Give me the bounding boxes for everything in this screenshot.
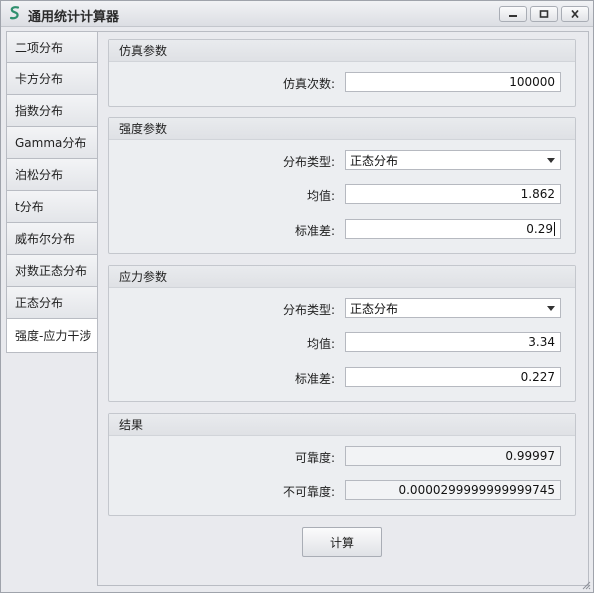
- tab-strip: 二项分布 卡方分布 指数分布 Gamma分布 泊松分布 t分布 威布尔分布 对数…: [6, 31, 98, 353]
- stress-mean-row: 均值: 3.34: [109, 332, 575, 352]
- text-cursor: [554, 222, 555, 236]
- unreliability-label: 不可靠度:: [282, 485, 335, 499]
- app-logo-icon: [9, 6, 20, 20]
- tab-label: 二项分布: [15, 40, 64, 55]
- tab-label: 强度-应力干涉: [15, 329, 92, 343]
- stress-distribution-row: 分布类型: 正态分布: [109, 298, 575, 318]
- field-value: 0.99997: [505, 449, 555, 463]
- app-window: 通用统计计算器 二项分布 卡方分布 指数分布 Gamma分布 泊松分布 t分布 …: [0, 0, 594, 593]
- button-label: 计算: [329, 535, 354, 550]
- resize-grip-icon[interactable]: [581, 580, 591, 590]
- field-value: 1.862: [520, 187, 555, 201]
- close-icon: [571, 10, 579, 18]
- stress-distribution-select[interactable]: 正态分布: [345, 298, 561, 318]
- maximize-button[interactable]: [530, 6, 558, 22]
- window-title: 通用统计计算器: [28, 10, 120, 25]
- tab-normal[interactable]: 正态分布: [6, 287, 98, 319]
- group-header: 结果: [109, 414, 575, 436]
- group-header: 仿真参数: [109, 40, 575, 62]
- field-value: 0.0000299999999999745: [398, 483, 555, 497]
- tab-binomial[interactable]: 二项分布: [6, 31, 98, 63]
- minimize-button[interactable]: [499, 6, 527, 22]
- tab-lognormal[interactable]: 对数正态分布: [6, 255, 98, 287]
- minimize-icon: [509, 15, 517, 17]
- group-header: 强度参数: [109, 118, 575, 140]
- tab-label: 威布尔分布: [15, 232, 76, 246]
- tab-label: 指数分布: [15, 104, 64, 118]
- tab-t[interactable]: t分布: [6, 191, 98, 223]
- tab-label: t分布: [15, 200, 44, 214]
- strength-group: 强度参数 分布类型: 正态分布 均值: 1.862 标准差: 0.29: [108, 117, 576, 254]
- maximize-icon: [539, 10, 549, 18]
- tab-stress-strength[interactable]: 强度-应力干涉: [6, 319, 98, 353]
- select-value: 正态分布: [350, 301, 399, 316]
- strength-distribution-label: 分布类型:: [282, 155, 335, 169]
- reliability-label: 可靠度:: [294, 451, 335, 465]
- field-value: 0.29: [526, 222, 553, 236]
- stress-std-row: 标准差: 0.227: [109, 367, 575, 387]
- close-button[interactable]: [561, 6, 589, 22]
- simulation-group: 仿真参数 仿真次数: 100000: [108, 39, 576, 107]
- strength-mean-input[interactable]: 1.862: [345, 184, 561, 204]
- dropdown-arrow-icon[interactable]: [547, 158, 555, 163]
- title-bar[interactable]: 通用统计计算器: [1, 1, 593, 27]
- simulation-count-label: 仿真次数:: [282, 77, 335, 91]
- field-value: 0.227: [520, 370, 555, 384]
- stress-distribution-label: 分布类型:: [282, 303, 335, 317]
- tab-poisson[interactable]: 泊松分布: [6, 159, 98, 191]
- unreliability-row: 不可靠度: 0.0000299999999999745: [109, 480, 575, 500]
- simulation-count-row: 仿真次数: 100000: [109, 72, 575, 92]
- select-value: 正态分布: [350, 153, 399, 168]
- tab-label: Gamma分布: [15, 136, 87, 150]
- strength-mean-row: 均值: 1.862: [109, 184, 575, 204]
- unreliability-output[interactable]: 0.0000299999999999745: [345, 480, 561, 500]
- stress-std-label: 标准差:: [294, 372, 335, 386]
- tab-label: 对数正态分布: [15, 264, 88, 278]
- strength-std-label: 标准差:: [294, 224, 335, 238]
- strength-mean-label: 均值:: [306, 189, 335, 203]
- field-value: 100000: [509, 75, 555, 89]
- stress-group: 应力参数 分布类型: 正态分布 均值: 3.34 标准差: 0.227: [108, 265, 576, 402]
- strength-std-row: 标准差: 0.29: [109, 219, 575, 239]
- dropdown-arrow-icon[interactable]: [547, 306, 555, 311]
- reliability-row: 可靠度: 0.99997: [109, 446, 575, 466]
- tab-weibull[interactable]: 威布尔分布: [6, 223, 98, 255]
- stress-std-input[interactable]: 0.227: [345, 367, 561, 387]
- tab-label: 卡方分布: [15, 72, 64, 86]
- field-value: 3.34: [528, 335, 555, 349]
- result-group: 结果 可靠度: 0.99997 不可靠度: 0.0000299999999999…: [108, 413, 576, 516]
- stress-mean-input[interactable]: 3.34: [345, 332, 561, 352]
- simulation-count-input[interactable]: 100000: [345, 72, 561, 92]
- strength-distribution-select[interactable]: 正态分布: [345, 150, 561, 170]
- tab-label: 正态分布: [15, 296, 64, 310]
- tab-content-panel: 仿真参数 仿真次数: 100000 强度参数 分布类型: 正态分布 均值: 1.…: [97, 31, 589, 586]
- strength-distribution-row: 分布类型: 正态分布: [109, 150, 575, 170]
- strength-std-input[interactable]: 0.29: [345, 219, 561, 239]
- tab-exponential[interactable]: 指数分布: [6, 95, 98, 127]
- stress-mean-label: 均值:: [306, 337, 335, 351]
- tab-chi-square[interactable]: 卡方分布: [6, 63, 98, 95]
- group-header: 应力参数: [109, 266, 575, 288]
- tab-label: 泊松分布: [15, 168, 64, 182]
- calculate-button[interactable]: 计算: [302, 527, 382, 557]
- reliability-output[interactable]: 0.99997: [345, 446, 561, 466]
- tab-gamma[interactable]: Gamma分布: [6, 127, 98, 159]
